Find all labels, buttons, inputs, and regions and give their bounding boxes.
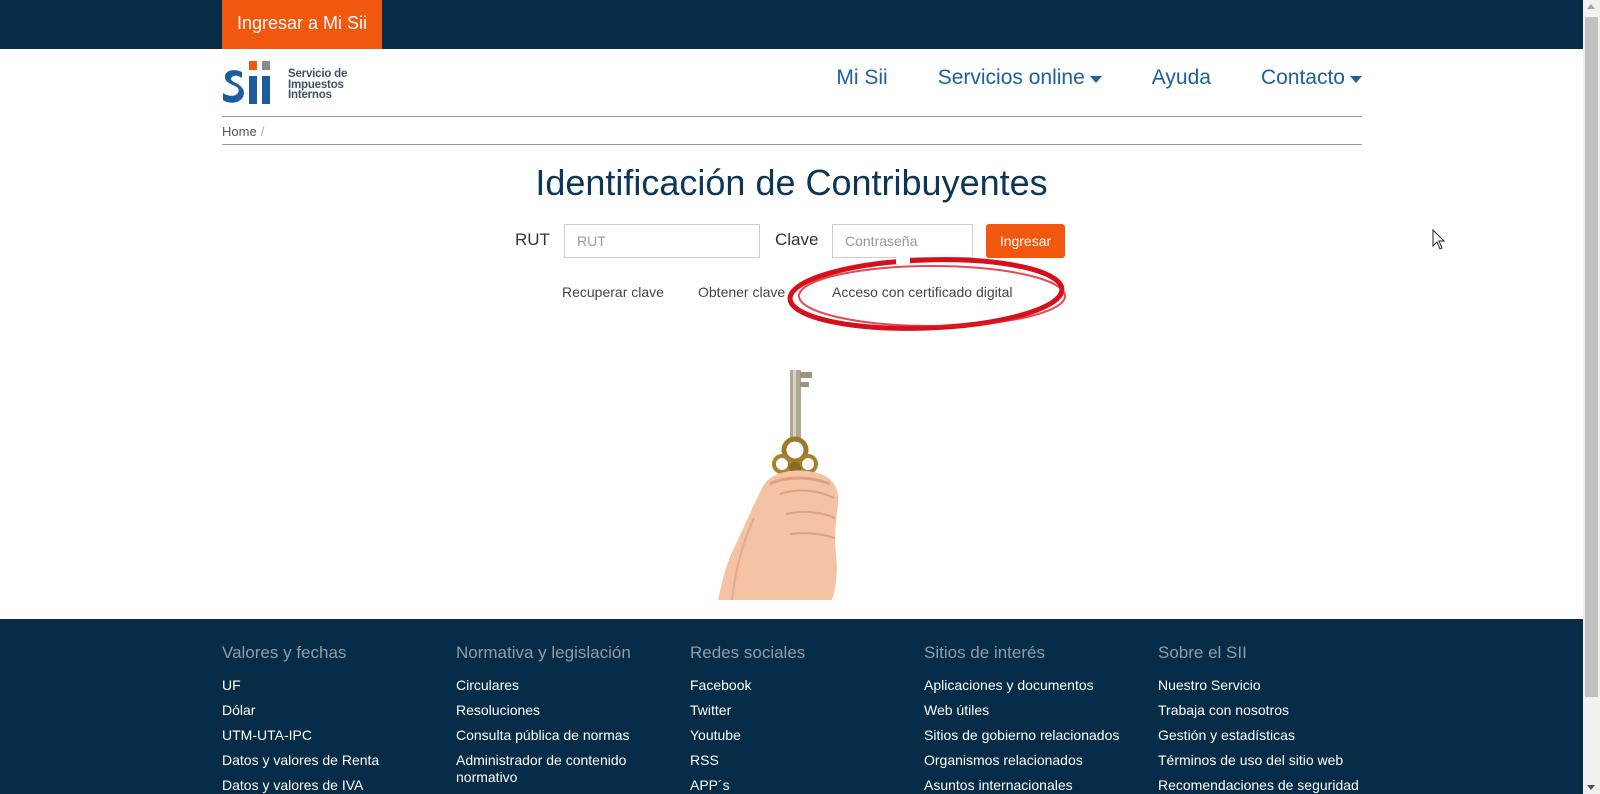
- vertical-scrollbar[interactable]: [1583, 0, 1600, 794]
- breadcrumb: Home /: [222, 124, 264, 139]
- sii-logo-text: Servicio de Impuestos Internos: [288, 69, 347, 101]
- rut-label: RUT: [515, 230, 550, 249]
- footer: Valores y fechas UF Dólar UTM-UTA-IPC Da…: [0, 619, 1583, 794]
- footer-link[interactable]: Administrador de contenido normativo: [456, 752, 646, 786]
- footer-heading: Sitios de interés: [924, 643, 1045, 662]
- scroll-up-arrow-icon[interactable]: [1587, 4, 1595, 9]
- page-title: Identificación de Contribuyentes: [535, 162, 1048, 203]
- footer-link[interactable]: Términos de uso del sitio web: [1158, 752, 1383, 769]
- nav-servicios-online[interactable]: Servicios online: [938, 66, 1102, 90]
- nav-contacto[interactable]: Contacto: [1261, 66, 1362, 90]
- top-bar: Ingresar a Mi Sii: [0, 0, 1583, 49]
- footer-link[interactable]: Dólar: [222, 702, 447, 719]
- footer-link[interactable]: Asuntos internacionales: [924, 777, 1149, 794]
- footer-link[interactable]: UTM-UTA-IPC: [222, 727, 447, 744]
- certificado-digital-link[interactable]: Acceso con certificado digital: [832, 284, 1013, 300]
- nav-mi-sii[interactable]: Mi Sii: [836, 66, 887, 90]
- footer-column-valores: Valores y fechas UF Dólar UTM-UTA-IPC Da…: [222, 643, 447, 794]
- footer-link-rss[interactable]: RSS: [690, 752, 915, 769]
- footer-heading: Normativa y legislación: [456, 643, 631, 662]
- scroll-thumb[interactable]: [1585, 17, 1598, 697]
- footer-link-youtube[interactable]: Youtube: [690, 727, 915, 744]
- breadcrumb-home[interactable]: Home: [222, 124, 257, 139]
- recuperar-clave-link[interactable]: Recuperar clave: [562, 284, 664, 300]
- caret-down-icon: [1089, 75, 1102, 83]
- nav-servicios-online-label: Servicios online: [937, 66, 1085, 89]
- scroll-down-arrow-icon[interactable]: [1587, 785, 1595, 790]
- main-nav: Mi Sii Servicios online Ayuda Contacto: [786, 66, 1362, 90]
- footer-heading: Valores y fechas: [222, 643, 347, 662]
- clave-label: Clave: [775, 230, 819, 249]
- footer-link[interactable]: Web útiles: [924, 702, 1149, 719]
- footer-link[interactable]: Circulares: [456, 677, 681, 694]
- footer-link[interactable]: Recomendaciones de seguridad: [1158, 777, 1383, 794]
- obtener-clave-link[interactable]: Obtener clave: [698, 284, 785, 300]
- footer-link[interactable]: Datos y valores de Renta: [222, 752, 447, 769]
- hand-holding-key-image: [718, 370, 839, 600]
- footer-link[interactable]: Organismos relacionados: [924, 752, 1149, 769]
- nav-contacto-label: Contacto: [1260, 66, 1345, 89]
- breadcrumb-separator: /: [260, 124, 265, 139]
- password-input[interactable]: [832, 224, 973, 258]
- footer-heading: Redes sociales: [690, 643, 806, 662]
- footer-link[interactable]: Gestión y estadísticas: [1158, 727, 1383, 744]
- footer-link[interactable]: Trabaja con nosotros: [1158, 702, 1383, 719]
- mouse-pointer-icon: [1432, 229, 1446, 250]
- ingresar-mi-sii-button[interactable]: Ingresar a Mi Sii: [222, 0, 382, 49]
- ingresar-button[interactable]: Ingresar: [986, 224, 1065, 258]
- footer-link[interactable]: Datos y valores de IVA: [222, 777, 447, 794]
- sii-logo[interactable]: Servicio de Impuestos Internos: [222, 58, 357, 108]
- footer-link[interactable]: Nuestro Servicio: [1158, 677, 1383, 694]
- footer-link[interactable]: Resoluciones: [456, 702, 681, 719]
- nav-mi-sii-label: Mi Sii: [836, 66, 888, 89]
- nav-ayuda[interactable]: Ayuda: [1152, 66, 1211, 90]
- footer-heading: Sobre el SII: [1158, 643, 1247, 662]
- footer-column-sitios: Sitios de interés Aplicaciones y documen…: [924, 643, 1149, 794]
- browser-viewport: Ingresar a Mi Sii Servicio de Impuestos …: [0, 0, 1600, 794]
- header-divider-bottom: [222, 144, 1362, 145]
- footer-column-normativa: Normativa y legislación Circulares Resol…: [456, 643, 681, 794]
- footer-link[interactable]: Sitios de gobierno relacionados: [924, 727, 1149, 744]
- footer-link-facebook[interactable]: Facebook: [690, 677, 915, 694]
- footer-link-apps[interactable]: APP´s: [690, 777, 915, 794]
- footer-link[interactable]: Consulta pública de normas: [456, 727, 681, 744]
- logo-line-1: Servicio de: [288, 68, 348, 80]
- rut-input[interactable]: [564, 224, 760, 258]
- footer-link[interactable]: UF: [222, 677, 447, 694]
- nav-ayuda-label: Ayuda: [1151, 66, 1211, 89]
- caret-down-icon: [1350, 75, 1362, 83]
- footer-link-twitter[interactable]: Twitter: [690, 702, 915, 719]
- footer-column-redes: Redes sociales Facebook Twitter Youtube …: [690, 643, 915, 794]
- footer-column-sobre-sii: Sobre el SII Nuestro Servicio Trabaja co…: [1158, 643, 1383, 794]
- sii-logo-mark: [223, 61, 270, 104]
- footer-link[interactable]: Aplicaciones y documentos: [924, 677, 1149, 694]
- header-divider-top: [222, 116, 1362, 117]
- logo-line-3: Internos: [288, 89, 332, 101]
